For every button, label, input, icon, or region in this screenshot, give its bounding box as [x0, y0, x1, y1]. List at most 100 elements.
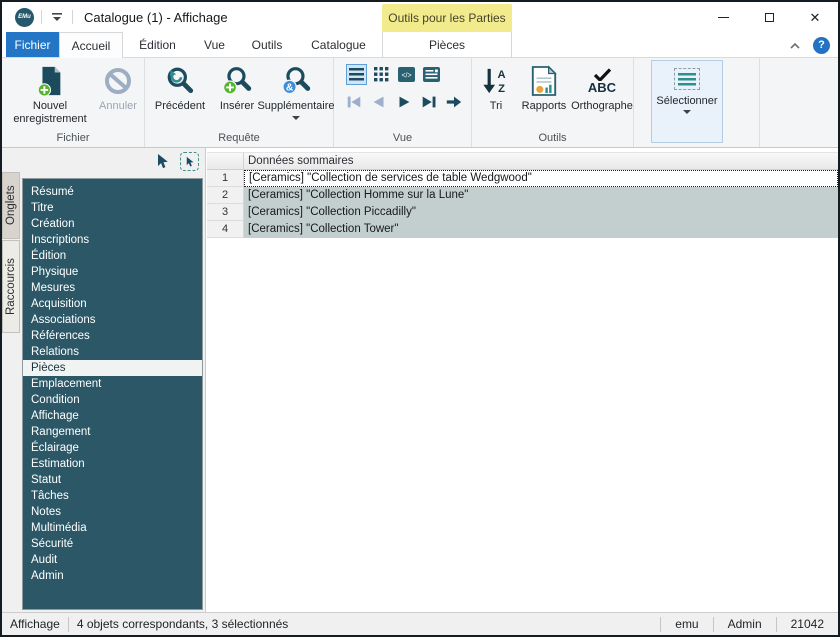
quick-access-dropdown-icon[interactable] — [49, 9, 65, 25]
sidebar-item-statut[interactable]: Statut — [23, 472, 202, 488]
ribbon: Nouvel enregistrement Annuler Fichier — [2, 58, 838, 148]
summary-column-header[interactable]: Données sommaires — [244, 153, 838, 169]
code-view-button[interactable]: </> — [396, 64, 417, 85]
sidebar-tab-raccourcis[interactable]: Raccourcis — [2, 240, 20, 333]
svg-text:</>: </> — [401, 73, 411, 80]
sidebar-item-notes[interactable]: Notes — [23, 504, 202, 520]
next-record-button[interactable] — [394, 94, 414, 110]
row-summary[interactable]: [Ceramics] "Collection Homme sur la Lune… — [244, 187, 838, 204]
tab-catalogue[interactable]: Catalogue — [297, 32, 380, 57]
sidebar-item-audit[interactable]: Audit — [23, 552, 202, 568]
table-row[interactable]: 4[Ceramics] "Collection Tower" — [207, 221, 838, 238]
group-label-vue: Vue — [334, 132, 471, 144]
minimize-button[interactable] — [700, 2, 746, 32]
row-number-column-header — [207, 153, 244, 169]
sidebar-item-rangement[interactable]: Rangement — [23, 424, 202, 440]
sidebar-item-taches[interactable]: Tâches — [23, 488, 202, 504]
row-number[interactable]: 4 — [207, 221, 244, 238]
record-navigation-buttons — [344, 94, 464, 110]
tab-accueil[interactable]: Accueil — [59, 32, 123, 58]
table-row[interactable]: 3[Ceramics] "Collection Piccadilly" — [207, 204, 838, 221]
sidebar-item-securite[interactable]: Sécurité — [23, 536, 202, 552]
additional-query-label: Supplémentaire — [257, 100, 334, 113]
statusbar-separator — [713, 617, 714, 632]
new-record-icon — [34, 62, 66, 100]
help-button[interactable]: ? — [813, 37, 830, 54]
tab-edition[interactable]: Édition — [123, 32, 192, 57]
previous-query-button[interactable]: Précédent — [149, 62, 211, 113]
sidebar-item-admin[interactable]: Admin — [23, 568, 202, 584]
sidebar-item-creation[interactable]: Création — [23, 216, 202, 232]
list-view-button[interactable] — [346, 64, 367, 85]
select-cursor-icon[interactable] — [154, 153, 170, 170]
insert-query-icon — [222, 62, 252, 100]
sidebar-item-edition[interactable]: Édition — [23, 248, 202, 264]
sidebar-item-eclairage[interactable]: Éclairage — [23, 440, 202, 456]
new-record-button[interactable]: Nouvel enregistrement — [6, 62, 94, 126]
additional-query-icon: & — [281, 62, 311, 100]
form-view-button[interactable] — [421, 64, 442, 85]
app-window: EMu Catalogue (1) - Affichage Outils pou… — [0, 0, 840, 637]
insert-query-button[interactable]: Insérer — [213, 62, 261, 113]
minimize-icon — [718, 17, 729, 18]
grid-view-icon — [374, 67, 389, 82]
tab-outils[interactable]: Outils — [237, 32, 297, 57]
titlebar-separator — [41, 10, 42, 24]
goto-record-button[interactable] — [444, 94, 464, 110]
sidebar-item-inscriptions[interactable]: Inscriptions — [23, 232, 202, 248]
record-table: Données sommaires 1[Ceramics] "Collectio… — [207, 148, 838, 612]
ribbon-group-requete: Précédent Insérer — [145, 58, 334, 147]
additional-query-button[interactable]: & Supplémentaire — [261, 62, 331, 120]
sidebar-item-resume[interactable]: Résumé — [23, 184, 202, 200]
sidebar-item-acquisition[interactable]: Acquisition — [23, 296, 202, 312]
row-summary[interactable]: [Ceramics] "Collection Piccadilly" — [244, 204, 838, 221]
maximize-button[interactable] — [746, 2, 792, 32]
sidebar-item-relations[interactable]: Relations — [23, 344, 202, 360]
tab-fichier[interactable]: Fichier — [6, 32, 59, 57]
tab-vue[interactable]: Vue — [192, 32, 237, 57]
dropdown-arrow-icon — [292, 116, 300, 120]
sidebar-item-titre[interactable]: Titre — [23, 200, 202, 216]
row-number[interactable]: 2 — [207, 187, 244, 204]
ribbon-group-vue: </> — [334, 58, 472, 147]
help-icon: ? — [818, 39, 825, 51]
sidebar-item-multimedia[interactable]: Multimédia — [23, 520, 202, 536]
group-label-requete: Requête — [145, 132, 333, 144]
maximize-icon — [765, 13, 774, 22]
sidebar-item-affichage[interactable]: Affichage — [23, 408, 202, 424]
sidebar-item-pieces[interactable]: Pièces — [23, 360, 202, 376]
cancel-icon — [103, 62, 133, 100]
sidebar-item-emplacement[interactable]: Emplacement — [23, 376, 202, 392]
row-summary[interactable]: [Ceramics] "Collection Tower" — [244, 221, 838, 238]
first-record-button — [344, 94, 364, 110]
sidebar-item-references[interactable]: Références — [23, 328, 202, 344]
row-number[interactable]: 1 — [207, 170, 244, 187]
new-record-label: Nouvel enregistrement — [6, 100, 94, 126]
select-all-cursor-icon[interactable] — [180, 152, 199, 171]
selection-tools — [154, 152, 199, 171]
sidebar-item-condition[interactable]: Condition — [23, 392, 202, 408]
app-logo-icon[interactable]: EMu — [15, 8, 34, 27]
sidebar-tab-onglets[interactable]: Onglets — [2, 172, 20, 239]
select-button[interactable]: Sélectionner — [651, 60, 723, 143]
grid-view-button[interactable] — [371, 64, 392, 85]
reports-icon — [530, 62, 558, 100]
sidebar-item-estimation[interactable]: Estimation — [23, 456, 202, 472]
last-record-button[interactable] — [419, 94, 439, 110]
sidebar-list: RésuméTitreCréationInscriptionsÉditionPh… — [22, 178, 203, 610]
sidebar-item-associations[interactable]: Associations — [23, 312, 202, 328]
spelling-button[interactable]: ABC Orthographe — [572, 62, 632, 113]
row-number[interactable]: 3 — [207, 204, 244, 221]
reports-button[interactable]: Rapports — [516, 62, 572, 113]
cancel-button: Annuler — [94, 62, 142, 113]
sidebar-item-mesures[interactable]: Mesures — [23, 280, 202, 296]
close-button[interactable]: ✕ — [792, 2, 838, 32]
previous-query-label: Précédent — [155, 100, 205, 113]
sort-button[interactable]: A Z Tri — [478, 62, 514, 113]
table-row[interactable]: 2[Ceramics] "Collection Homme sur la Lun… — [207, 187, 838, 204]
collapse-ribbon-icon[interactable] — [787, 40, 803, 51]
sidebar-item-physique[interactable]: Physique — [23, 264, 202, 280]
row-summary[interactable]: [Ceramics] "Collection de services de ta… — [244, 170, 838, 187]
tab-pieces[interactable]: Pièces — [382, 32, 512, 58]
table-row[interactable]: 1[Ceramics] "Collection de services de t… — [207, 170, 838, 187]
